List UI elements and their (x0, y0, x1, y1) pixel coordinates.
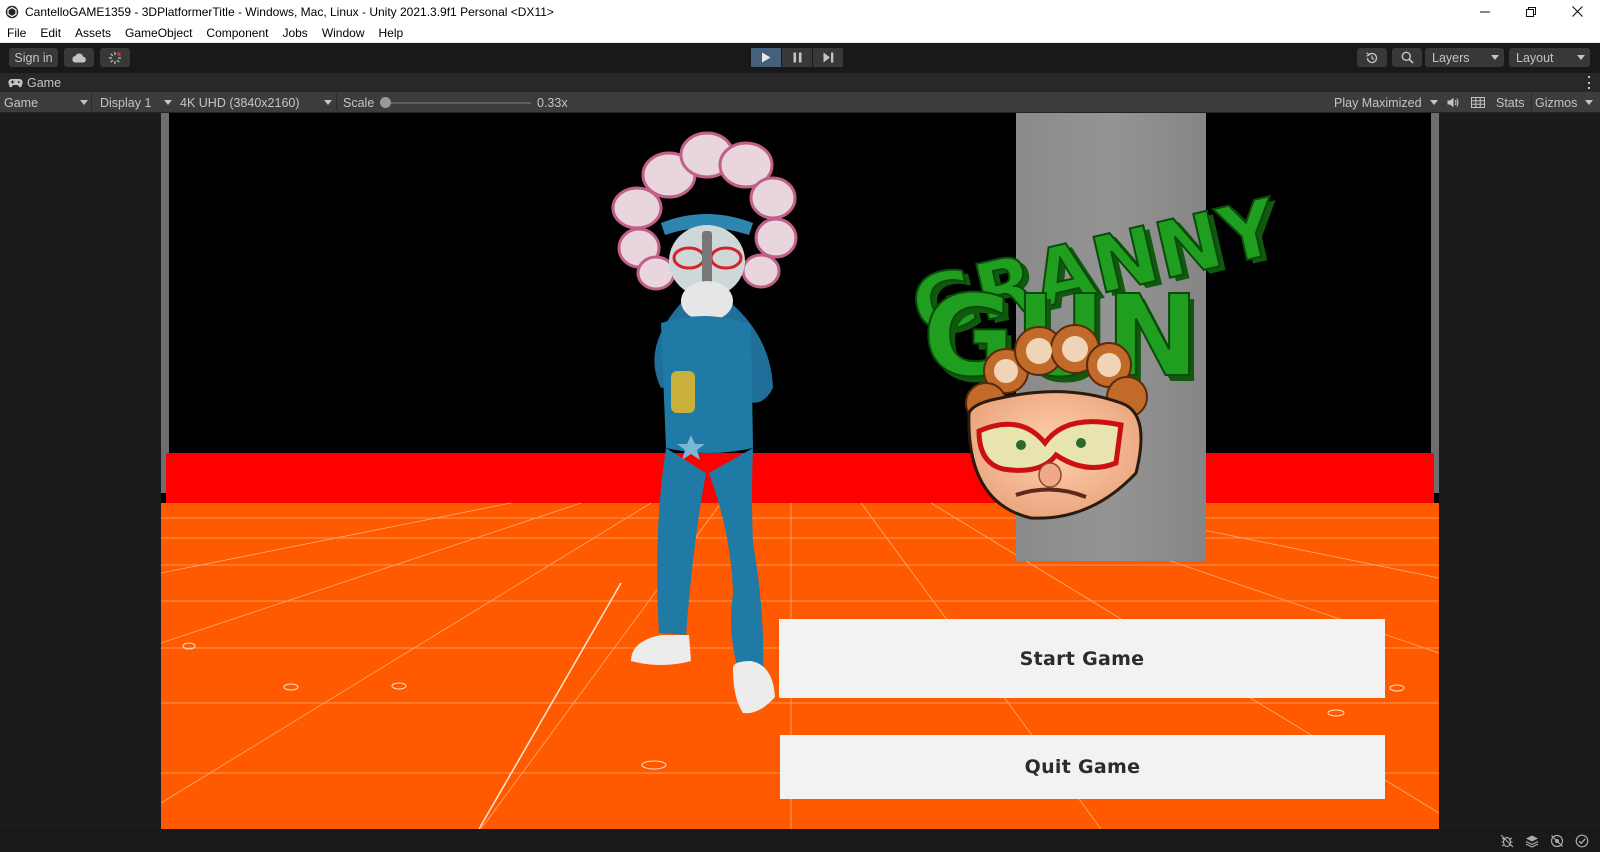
sky-backdrop (161, 113, 1439, 493)
game-scene: GRANNY GRANNY GUN GUN (161, 113, 1439, 829)
pause-icon (793, 52, 801, 63)
collab-sparkle-icon (109, 51, 121, 64)
chevron-down-icon (1585, 100, 1594, 105)
restore-button[interactable] (1508, 0, 1554, 23)
chevron-down-icon (1429, 100, 1438, 105)
game-mode-dropdown[interactable]: Game (4, 92, 88, 113)
gizmos-label: Gizmos (1535, 95, 1578, 110)
stats-button[interactable]: Stats (1496, 92, 1525, 113)
menu-component[interactable]: Component (199, 26, 275, 40)
left-wall-edge (161, 113, 169, 493)
cloud-icon (72, 53, 86, 62)
close-icon (1571, 6, 1583, 17)
display-label: Display 1 (100, 95, 152, 110)
gamepad-icon (8, 78, 23, 87)
menu-assets[interactable]: Assets (68, 26, 118, 40)
chevron-down-icon (324, 100, 332, 105)
quit-game-button[interactable]: Quit Game (780, 735, 1385, 799)
menu-jobs[interactable]: Jobs (275, 26, 314, 40)
play-button[interactable] (751, 48, 781, 67)
scale-label: Scale (343, 95, 375, 110)
game-tab-strip: Game (0, 73, 1600, 92)
editor-toolbar: Sign in Layers Layout (0, 43, 1600, 73)
restore-icon (1526, 6, 1536, 17)
unity-logo-icon (5, 5, 19, 18)
layers-dropdown[interactable]: Layers (1425, 48, 1504, 67)
layers-stack-icon[interactable] (1525, 834, 1539, 848)
scale-slider-track[interactable] (386, 102, 531, 104)
layout-label: Layout (1516, 50, 1554, 65)
resolution-label: 4K UHD (3840x2160) (180, 95, 300, 110)
mute-audio-button[interactable] (1444, 92, 1462, 113)
chevron-down-icon (1577, 55, 1585, 60)
menu-gameobject[interactable]: GameObject (118, 26, 199, 40)
display-dropdown[interactable]: Display 1 (100, 92, 172, 113)
cloud-button[interactable] (64, 48, 94, 67)
menu-help[interactable]: Help (372, 26, 411, 40)
layout-dropdown[interactable]: Layout (1509, 48, 1590, 67)
close-button[interactable] (1554, 0, 1600, 23)
sign-in-button[interactable]: Sign in (9, 48, 58, 67)
play-icon (762, 52, 771, 63)
minimize-button[interactable] (1462, 0, 1508, 23)
divider (91, 94, 92, 111)
collab-button[interactable] (100, 48, 130, 67)
chevron-down-icon (1491, 55, 1499, 60)
menu-window[interactable]: Window (315, 26, 372, 40)
minimize-icon (1480, 11, 1490, 12)
divider (336, 94, 337, 111)
step-button[interactable] (813, 48, 843, 67)
right-wall-edge (1431, 113, 1439, 493)
debug-bug-icon[interactable] (1500, 834, 1514, 848)
window-title: CantelloGAME1359 - 3DPlatformerTitle - W… (25, 4, 554, 19)
game-view-bar: Game Display 1 4K UHD (3840x2160) Scale … (0, 92, 1600, 113)
start-game-button[interactable]: Start Game (779, 619, 1385, 698)
status-bar (0, 829, 1600, 852)
chevron-down-icon (164, 100, 172, 105)
grid-icon (1471, 97, 1485, 108)
divider (1531, 94, 1532, 111)
checkmark-circle-icon[interactable] (1575, 834, 1589, 848)
play-maximized-dropdown[interactable]: Play Maximized (1334, 92, 1438, 113)
history-icon (1366, 51, 1378, 63)
granny-face-mascot (965, 324, 1148, 520)
scale-slider-handle[interactable] (380, 97, 391, 108)
red-wall (166, 453, 1434, 503)
menu-edit[interactable]: Edit (33, 26, 68, 40)
resolution-dropdown[interactable]: 4K UHD (3840x2160) (180, 92, 332, 113)
visibility-off-icon[interactable] (1550, 834, 1564, 848)
play-maximized-label: Play Maximized (1334, 95, 1422, 110)
pause-button[interactable] (782, 48, 812, 67)
step-icon (823, 52, 833, 63)
gizmos-dropdown[interactable]: Gizmos (1535, 92, 1594, 113)
undo-history-button[interactable] (1357, 48, 1387, 67)
search-icon (1401, 51, 1414, 64)
search-button[interactable] (1392, 48, 1422, 67)
scale-value: 0.33x (537, 95, 568, 110)
more-options-icon[interactable] (1588, 76, 1591, 89)
speaker-icon (1447, 97, 1459, 108)
tab-game[interactable]: Game (0, 73, 69, 92)
window-title-bar: CantelloGAME1359 - 3DPlatformerTitle - W… (0, 0, 1600, 23)
game-mode-label: Game (4, 95, 39, 110)
aspect-grid-button[interactable] (1469, 92, 1487, 113)
menu-bar: File Edit Assets GameObject Component Jo… (0, 23, 1600, 43)
menu-file[interactable]: File (0, 26, 33, 40)
play-controls (751, 48, 843, 67)
layers-label: Layers (1432, 50, 1470, 65)
chevron-down-icon (80, 100, 88, 105)
tab-game-label: Game (27, 75, 62, 90)
game-screen[interactable]: GRANNY GRANNY GUN GUN (161, 113, 1439, 829)
